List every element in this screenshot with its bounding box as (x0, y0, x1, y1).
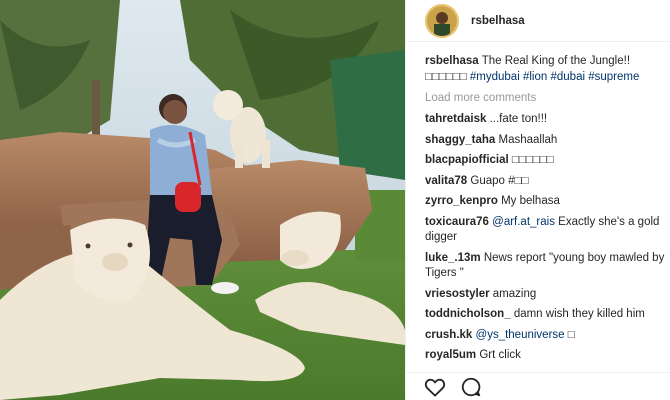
hashtag-lion[interactable]: #lion (523, 71, 547, 83)
comment-username[interactable]: luke_.13m (425, 252, 481, 264)
comment-username[interactable]: zyrro_kenpro (425, 195, 498, 207)
comment-username[interactable]: tahretdaisk (425, 113, 486, 125)
comment-item: luke_.13m News report "young boy mawled … (425, 251, 665, 282)
comment-text: □□□□□□ (511, 154, 554, 166)
header-username[interactable]: rsbelhasa (471, 15, 525, 27)
comment-item: crush.kk @ys_theuniverse □ (425, 328, 665, 344)
comment-item: blacpapiofficial □□□□□□ (425, 153, 665, 169)
comment-button[interactable] (459, 376, 483, 398)
avatar[interactable] (425, 3, 459, 38)
heart-icon (424, 378, 446, 397)
caption-username[interactable]: rsbelhasa (425, 55, 479, 67)
post-actions (406, 372, 670, 400)
comment-username[interactable]: toddnicholson_ (425, 308, 511, 320)
like-button[interactable] (423, 376, 447, 398)
comment-text: My belhasa (501, 195, 560, 207)
caption-emojis: □□□□□□ (425, 70, 467, 83)
comment-username[interactable]: valita78 (425, 175, 467, 187)
post-photo (0, 0, 405, 400)
avatar-image (427, 5, 457, 36)
comment-username[interactable]: crush.kk (425, 329, 472, 341)
comment-item: tahretdaisk ...fate ton!!! (425, 112, 665, 128)
comment-text: □ (564, 328, 575, 341)
comment-item: vriesostyler amazing (425, 287, 665, 303)
comment-text: damn wish they killed him (513, 308, 645, 320)
load-more-comments-link[interactable]: Load more comments (425, 91, 665, 106)
comment-text: amazing (492, 287, 537, 300)
caption-text: The Real King of the Jungle!! (481, 55, 631, 67)
comment-item: zyrro_kenpro My belhasa (425, 194, 665, 210)
comment-text: ...fate ton!!! (489, 113, 548, 125)
post-header: rsbelhasa (406, 0, 670, 42)
hashtag-supreme[interactable]: #supreme (588, 71, 639, 83)
comment-item: shaggy_taha Mashaallah (425, 133, 665, 149)
comment-username[interactable]: vriesostyler (425, 288, 490, 300)
comment-icon (461, 377, 481, 396)
comment-username[interactable]: royal5um (425, 349, 476, 361)
comment-mention[interactable]: @ys_theuniverse (476, 329, 565, 341)
comment-text: Mashaallah (498, 133, 558, 146)
comment-username[interactable]: blacpapiofficial (425, 154, 509, 166)
comment-text: Grt click (479, 349, 521, 361)
comment-mention[interactable]: @arf.at_rais (492, 216, 555, 228)
comment-item: valita78 Guapo #□□ (425, 174, 665, 190)
comments-feed[interactable]: rsbelhasa The Real King of the Jungle!! … (406, 54, 670, 372)
hashtag-dubai[interactable]: #dubai (550, 71, 585, 83)
post-caption: rsbelhasa The Real King of the Jungle!! … (425, 54, 665, 85)
comment-username[interactable]: shaggy_taha (425, 134, 495, 146)
comment-username[interactable]: toxicaura76 (425, 216, 489, 228)
comment-text: Guapo #□□ (470, 174, 529, 187)
comment-item: toxicaura76 @arf.at_rais Exactly she's a… (425, 215, 665, 246)
comment-item: toddnicholson_ damn wish they killed him (425, 307, 665, 323)
post-side-panel: rsbelhasa rsbelhasa The Real King of the… (405, 0, 670, 400)
hashtag-mydubai[interactable]: #mydubai (470, 71, 520, 83)
photo-illustration (0, 0, 405, 400)
comment-item: royal5um Grt click (425, 348, 665, 364)
